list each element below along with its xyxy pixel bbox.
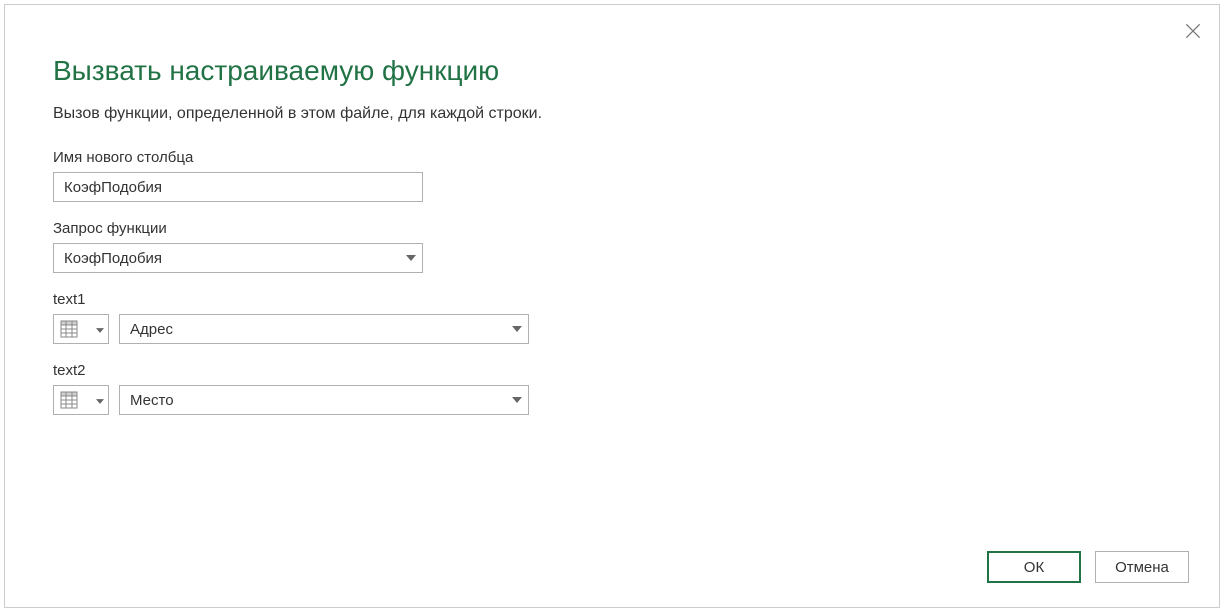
param-text2-dropdown[interactable]: Место [119,385,529,415]
column-name-group: Имя нового столбца [53,149,1171,202]
dialog-footer: ОК Отмена [987,551,1189,583]
chevron-down-icon [512,397,522,403]
close-button[interactable] [1181,19,1205,43]
chevron-down-icon [406,255,416,261]
param-text1-type-picker[interactable] [53,314,109,344]
param-text2-type-picker[interactable] [53,385,109,415]
chevron-down-icon [96,391,104,409]
function-query-label: Запрос функции [53,220,1171,237]
close-icon [1183,21,1203,41]
param-text2-group: text2 [53,362,1171,415]
param-text1-group: text1 [53,291,1171,344]
column-name-input[interactable] [53,172,423,202]
param-text2-label: text2 [53,362,1171,379]
param-text2-value: Место [130,392,512,409]
column-name-label: Имя нового столбца [53,149,1171,166]
dialog-content: Вызвать настраиваемую функцию Вызов функ… [5,5,1219,415]
dialog-title: Вызвать настраиваемую функцию [53,55,1171,87]
dialog-subtitle: Вызов функции, определенной в этом файле… [53,105,1171,123]
function-query-value: КоэфПодобия [64,250,406,267]
param-text1-value: Адрес [130,321,512,338]
param-text1-dropdown[interactable]: Адрес [119,314,529,344]
param-text1-label: text1 [53,291,1171,308]
cancel-button[interactable]: Отмена [1095,551,1189,583]
invoke-custom-function-dialog: Вызвать настраиваемую функцию Вызов функ… [4,4,1220,608]
function-query-dropdown[interactable]: КоэфПодобия [53,243,423,273]
chevron-down-icon [512,326,522,332]
chevron-down-icon [96,320,104,338]
table-column-icon [59,390,79,410]
ok-button[interactable]: ОК [987,551,1081,583]
function-query-group: Запрос функции КоэфПодобия [53,220,1171,273]
table-column-icon [59,319,79,339]
